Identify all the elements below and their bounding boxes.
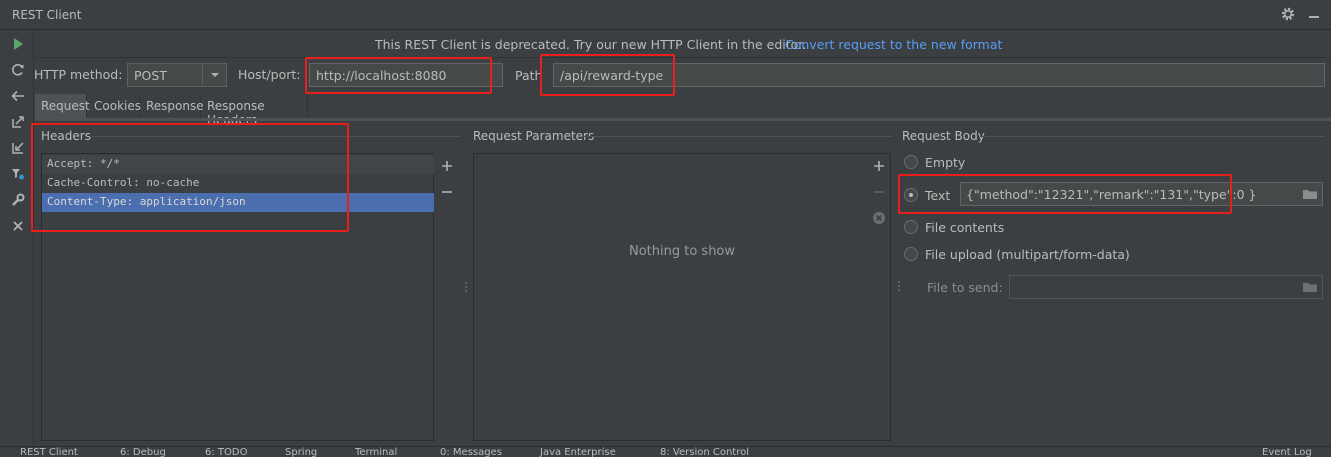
tab-underline [35, 118, 1331, 121]
statusbar-messages[interactable]: 0: Messages [440, 447, 502, 457]
statusbar-java-enterprise[interactable]: Java Enterprise [540, 447, 616, 457]
file-to-send-field[interactable] [1009, 275, 1323, 299]
http-method-label: HTTP method: [34, 67, 123, 82]
body-file-upload-label: File upload (multipart/form-data) [925, 247, 1130, 262]
statusbar-terminal[interactable]: Terminal [355, 447, 397, 457]
statusbar-todo[interactable]: 6: TODO [205, 447, 247, 457]
body-empty-label: Empty [925, 155, 966, 170]
statusbar-debug[interactable]: 6: Debug [120, 447, 166, 457]
highlight-host-port [305, 57, 492, 94]
http-method-value: POST [134, 68, 167, 83]
splitter-handle-icon[interactable] [464, 281, 468, 295]
wrench-icon[interactable] [9, 191, 27, 209]
minimize-icon[interactable] [1306, 6, 1322, 22]
params-divider [584, 136, 892, 137]
bottom-tool-bar: REST Client 6: Debug 6: TODO Spring Term… [0, 446, 1331, 457]
tool-window-titlebar: REST Client [0, 0, 1331, 30]
request-parameters-list[interactable] [473, 153, 891, 441]
tab-request[interactable]: Request [35, 94, 90, 118]
body-empty-radio[interactable] [904, 155, 918, 169]
refresh-icon[interactable] [9, 61, 27, 79]
request-body-title: Request Body [902, 129, 985, 143]
highlight-request-body [898, 174, 1232, 214]
export-icon[interactable] [9, 113, 27, 131]
remove-parameter-minus-icon[interactable] [871, 184, 887, 200]
highlight-headers [31, 123, 349, 232]
body-file-contents-radio[interactable] [904, 220, 918, 234]
close-icon[interactable] [9, 217, 27, 235]
statusbar-spring[interactable]: Spring [285, 447, 317, 457]
run-icon[interactable] [9, 35, 27, 53]
splitter-handle-icon[interactable] [897, 280, 901, 294]
file-to-send-label: File to send: [927, 280, 1003, 295]
import-icon[interactable] [9, 139, 27, 157]
tab-cookies[interactable]: Cookies [88, 94, 141, 118]
folder-icon[interactable] [1302, 187, 1318, 201]
http-method-select[interactable]: POST [127, 63, 227, 87]
back-arrow-icon[interactable] [9, 87, 27, 105]
filter-icon[interactable] [9, 165, 27, 183]
statusbar-event-log[interactable]: Event Log [1262, 447, 1312, 457]
host-port-label: Host/port: [238, 67, 301, 82]
chevron-down-icon [202, 64, 226, 86]
tab-response-headers[interactable]: Response Headers [202, 94, 308, 127]
highlight-path [540, 54, 675, 96]
convert-request-link[interactable]: Convert request to the new format [785, 37, 1002, 52]
clear-parameters-icon[interactable] [871, 210, 887, 226]
tab-response[interactable]: Response [141, 94, 204, 118]
deprecation-banner: This REST Client is deprecated. Try our … [35, 30, 1331, 58]
body-file-contents-label: File contents [925, 220, 1005, 235]
body-file-upload-radio[interactable] [904, 247, 918, 261]
add-header-plus-icon[interactable] [439, 158, 455, 174]
path-label: Path [515, 68, 543, 83]
add-parameter-plus-icon[interactable] [871, 158, 887, 174]
folder-icon[interactable] [1302, 280, 1318, 294]
body-divider [980, 136, 1325, 137]
deprecation-message: This REST Client is deprecated. Try our … [375, 37, 807, 52]
statusbar-rest-client[interactable]: REST Client [20, 447, 78, 457]
remove-header-minus-icon[interactable] [439, 184, 455, 200]
rest-client-toolbar [0, 30, 34, 445]
params-empty-text: Nothing to show [628, 244, 736, 259]
window-title: REST Client [12, 8, 82, 22]
statusbar-version-control[interactable]: 8: Version Control [660, 447, 749, 457]
gear-icon[interactable] [1280, 6, 1296, 22]
request-parameters-title: Request Parameters [473, 129, 595, 143]
